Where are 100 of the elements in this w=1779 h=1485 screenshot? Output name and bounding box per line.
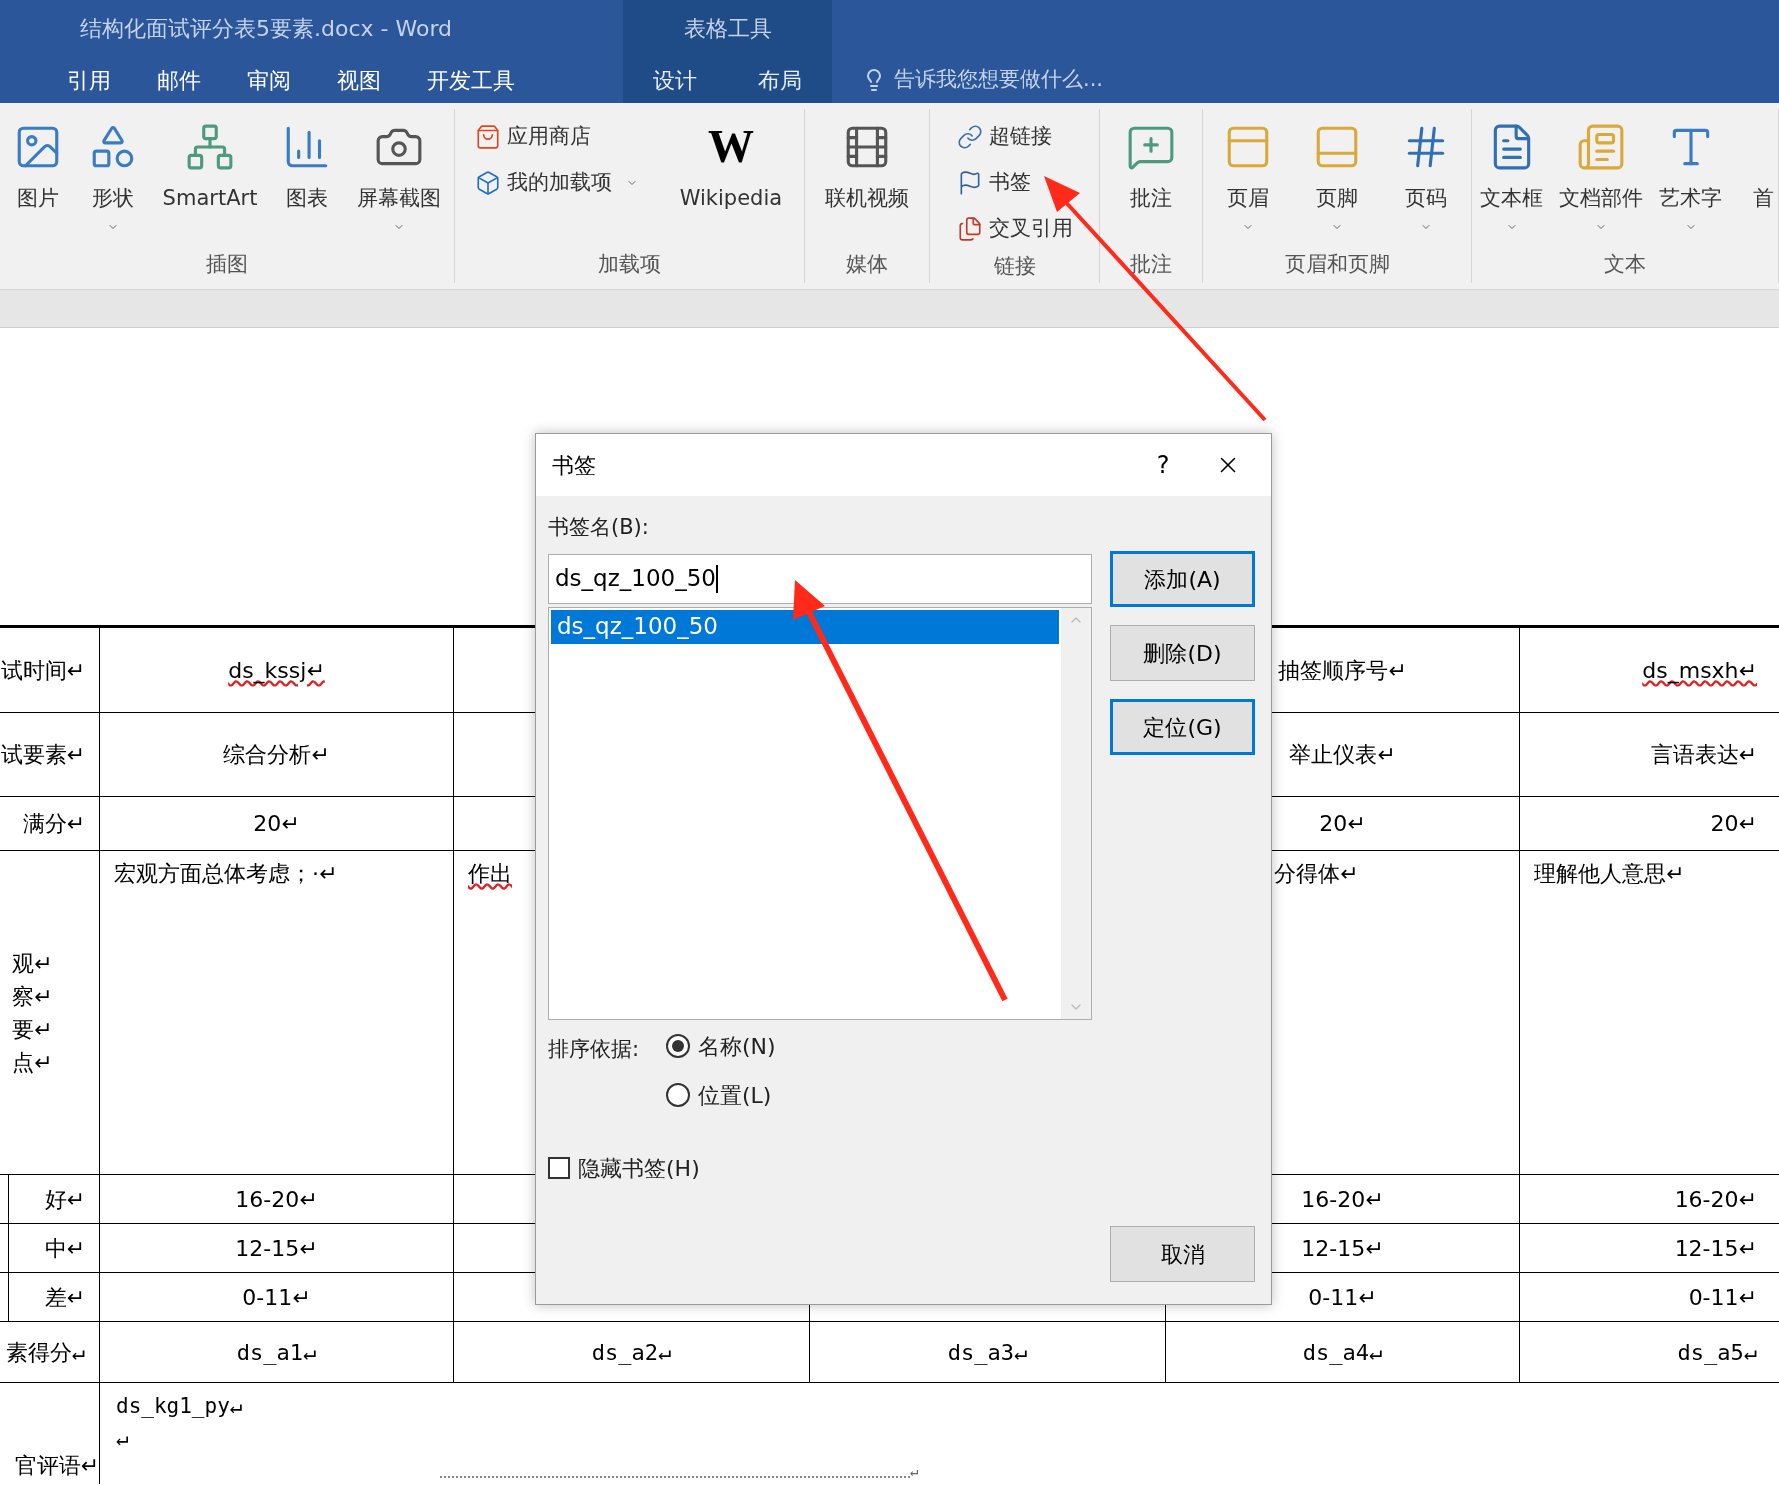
cell-text: 举止仪表↵ [1289,741,1396,769]
ribbon-button[interactable]: 批注 [1118,109,1184,249]
sort-label: 排序依据: [548,1035,641,1063]
cell-text: 12-15↵ [1674,1234,1757,1263]
radio-option[interactable]: 名称(N) [666,1029,776,1063]
group-label: 文本 [1603,251,1647,278]
bookmark-list-item[interactable]: ds_qz_100_50 [551,609,1059,644]
cell-text: 差↵ [44,1283,85,1312]
cell-text: 言语表达↵ [1650,741,1757,769]
paragraph-mark: ↵ [910,1462,919,1481]
cell-text: 试要素↵ [0,741,85,769]
bookmark-name-field[interactable]: ds_qz_100_50 [548,553,1092,604]
scrollbar[interactable] [1061,607,1091,1019]
cancel-button[interactable]: 取消 [1110,1226,1255,1282]
cell-text: ds_kssj↵ [228,656,325,686]
ribbon-button[interactable]: 屏幕截图 [349,109,450,249]
cell-text: ds_a5↵ [1677,1338,1757,1367]
ribbon-button[interactable]: 艺术字 [1651,109,1730,249]
cell-text: 20↵ [253,810,300,838]
cell-text: ds_a1↵ [236,1338,317,1367]
ribbon-button[interactable]: 图表 [274,109,341,249]
ribbon-button[interactable]: SmartArt [154,109,266,249]
cell-text: 12-15↵ [235,1234,318,1263]
ribbon-button[interactable]: 应用商店 [468,115,644,159]
checkbox[interactable] [548,1157,570,1179]
cell-text: ds_a2↵ [591,1338,672,1367]
field-label: 书签名(B): [548,514,650,541]
cell-text: 0-11↵ [1308,1283,1377,1312]
cell-text: 20↵ [1710,810,1757,838]
dialog-button[interactable]: 删除(D) [1110,625,1255,681]
cell-text: 分得体↵ [1274,860,1359,888]
cell-text: 作出 [468,860,512,888]
ribbon-button[interactable]: 文档部件 [1551,109,1651,249]
cell-text: 素得分↵ [5,1338,85,1367]
ribbon-tab[interactable]: 视图 [314,57,404,103]
cell-text: 0-11↵ [1688,1283,1757,1312]
group-label: 加载项 [597,251,662,278]
ribbon-button[interactable]: 形状 [79,109,146,249]
group-label: 链接 [992,253,1037,280]
ribbon-button[interactable]: 页码 [1393,109,1460,249]
ribbon-button[interactable]: 我的加载项 [468,161,644,205]
bookmark-list[interactable]: ds_qz_100_50 [548,606,1092,1020]
ribbon-button[interactable]: 书签 [950,161,1079,205]
documents-icon [956,216,983,242]
cell-text: 察↵ [12,982,53,1011]
dialog-button[interactable]: 定位(G) [1110,699,1255,755]
cell-text: 理解他人意思↵ [1534,860,1685,888]
dialog-button[interactable]: 添加(A) [1110,551,1255,607]
cell-text: 满分↵ [22,810,85,838]
cell-text: 16-20↵ [235,1185,318,1214]
ribbon-tab[interactable]: 引用 [44,57,134,103]
group-label: 批注 [1129,251,1173,278]
cell-text: 官评语↵ [14,1452,99,1480]
placeholder: 告诉我您想要做什么... [894,66,1104,94]
tell-me-field[interactable]: 告诉我您想要做什么... [832,57,1779,103]
radio-option[interactable]: 位置(L) [666,1078,776,1112]
field-value: ds_qz_100_50 [555,564,716,594]
hide-bookmarks-option[interactable]: 隐藏书签(H) [548,1151,1092,1185]
context-label: 表格工具 [683,15,772,43]
ribbon-button[interactable]: 联机视频 [817,109,917,249]
group-label: 插图 [205,251,249,278]
cell-text: ds_kg1_py↵ [116,1393,244,1420]
ribbon-button[interactable]: 首 [1730,109,1778,249]
ribbon-button[interactable]: 图片 [4,109,71,249]
group-label: 媒体 [845,251,889,278]
ribbon-button[interactable]: 超链接 [950,115,1079,159]
link-icon [956,124,983,150]
ribbon-button[interactable]: W Wikipedia [671,109,791,249]
cell-text: 综合分析↵ [223,741,330,769]
help-button[interactable]: ? [1133,442,1193,488]
cube-icon [474,170,501,196]
cell-text: ds_msxh↵ [1642,656,1757,686]
cell-text: 要↵ [12,1015,53,1044]
shopping-bag-icon [474,124,501,150]
radio-button[interactable] [666,1034,690,1058]
diagram-icon [185,122,235,172]
wikipedia-logo-icon: W [707,124,754,170]
window-title: 结构化面试评分表5要素.docx - Word [80,15,452,43]
cell-text: 16-20↵ [1301,1185,1384,1214]
cell-text: ↵ [116,1424,130,1452]
cell-text: 中↵ [44,1234,85,1263]
cell-text: 抽签顺序号↵ [1278,656,1407,685]
ribbon-tab[interactable]: 审阅 [224,57,314,103]
radio-button[interactable] [666,1083,690,1107]
cell-text: 16-20↵ [1674,1185,1757,1214]
cell-text: 0-11↵ [242,1283,311,1312]
ribbon-tab[interactable]: 开发工具 [404,57,538,103]
ribbon-button[interactable]: 页眉 [1214,109,1281,249]
cell-text: ds_a4↵ [1302,1338,1383,1367]
ribbon-button[interactable]: 交叉引用 [950,207,1079,251]
group-label: 页眉和页脚 [1283,251,1391,278]
ribbon-button[interactable]: 页脚 [1304,109,1370,249]
cell-text: 宏观方面总体考虑；·↵ [114,860,338,888]
cell-text: 观↵ [12,949,53,978]
dialog-title: 书签 [552,451,597,480]
ribbon-tab[interactable]: 邮件 [134,57,224,103]
ribbon-button[interactable]: 文本框 [1472,109,1551,249]
document-parts-icon [1576,122,1626,172]
cell-text: 试时间↵ [0,656,85,685]
cell-text: ds_a3↵ [947,1338,1028,1367]
